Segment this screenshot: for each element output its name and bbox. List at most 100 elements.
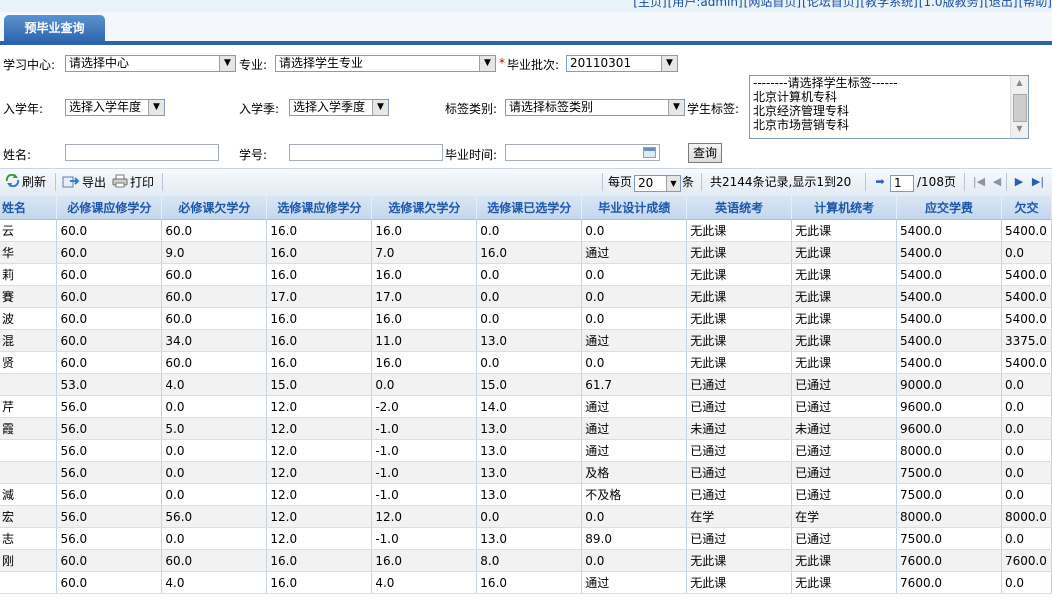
listbox-scrollbar[interactable]: ▲ ▼ [1010, 76, 1028, 138]
tab-pregraduation-query[interactable]: 预毕业查询 [4, 15, 105, 41]
scroll-down-icon[interactable]: ▼ [1011, 124, 1028, 136]
top-link[interactable]: [网站首页] [744, 0, 801, 9]
last-page-icon[interactable]: ▶| [1031, 174, 1045, 190]
tag-option[interactable]: 北京市场营销专科 [750, 118, 1028, 132]
top-link[interactable]: [论坛首页] [802, 0, 859, 9]
table-row[interactable]: 混 60.0 34.0 16.0 11.0 13.0 通过 无此课 无此课 5400.0 3375.… [0, 329, 1052, 352]
table-cell: 7600.0 [896, 571, 1002, 594]
season-select[interactable]: 选择入学季度 ▼ [289, 99, 389, 116]
table-row[interactable]: 贤 60.0 60.0 16.0 16.0 0.0 0.0 无此课 无此课 5400.0 5400.… [0, 351, 1052, 374]
table-row[interactable]: 莉 60.0 60.0 16.0 16.0 0.0 0.0 无此课 无此课 5400.0 5400.… [0, 263, 1052, 286]
tagtype-select[interactable]: 请选择标签类别 ▼ [505, 99, 685, 116]
top-link[interactable]: [帮助] [1019, 0, 1052, 9]
table-cell: 通过 [581, 571, 688, 594]
table-cell: 通过 [581, 395, 688, 418]
refresh-button[interactable]: 刷新 [5, 173, 46, 191]
table-cell: -2.0 [371, 395, 478, 418]
column-header[interactable]: 英语统考 [686, 196, 793, 220]
table-cell: 无此课 [791, 329, 898, 352]
table-row[interactable]: 53.0 4.0 15.0 0.0 15.0 61.7 已通过 已通过 9000.0 0.0 [0, 373, 1052, 396]
batch-select[interactable]: 20110301 ▼ [566, 55, 678, 72]
table-cell: 60.0 [56, 351, 163, 374]
table-cell: 7.0 [371, 241, 478, 264]
table-row[interactable]: 波 60.0 60.0 16.0 16.0 0.0 0.0 无此课 无此课 5400.0 5400.… [0, 307, 1052, 330]
table-cell: 5400.0 [896, 263, 1002, 286]
per-page-select[interactable]: 20 ▼ [634, 175, 681, 192]
table-cell: 12.0 [266, 439, 373, 462]
go-arrow-icon[interactable]: ➡ [873, 174, 887, 190]
table-row[interactable]: 減 56.0 0.0 12.0 -1.0 13.0 不及格 已通过 已通过 7500.0 0.0 [0, 483, 1052, 506]
table-cell: 无此课 [686, 285, 793, 308]
table-cell: 13.0 [476, 461, 583, 484]
batch-select-value: 20110301 [570, 56, 632, 70]
table-row[interactable]: 56.0 0.0 12.0 -1.0 13.0 通过 已通过 已通过 8000.0 0.0 [0, 439, 1052, 462]
table-row[interactable]: 60.0 4.0 16.0 4.0 16.0 通过 无此课 无此课 7600.0 0.0 [0, 571, 1052, 594]
refresh-icon [5, 173, 20, 191]
table-row[interactable]: 宏 56.0 56.0 12.0 12.0 0.0 0.0 在学 在学 8000.0 8000.0 [0, 505, 1052, 528]
table-cell: 通过 [581, 439, 688, 462]
year-select[interactable]: 选择入学年度 ▼ [65, 99, 165, 116]
top-link[interactable]: [教学系统] [860, 0, 917, 9]
table-row[interactable]: 刚 60.0 60.0 16.0 16.0 8.0 0.0 无此课 无此课 7600.0 7600.… [0, 549, 1052, 572]
table-row[interactable]: 霞 56.0 5.0 12.0 -1.0 13.0 通过 未通过 未通过 9600.0 0.0 [0, 417, 1052, 440]
tag-option[interactable]: 北京经济管理专科 [750, 104, 1028, 118]
top-link[interactable]: [1.0版教务] [919, 0, 983, 9]
top-link[interactable]: [用户:admin] [668, 0, 743, 9]
page-input[interactable]: 1 [890, 175, 914, 192]
season-select-value: 选择入学季度 [293, 100, 366, 114]
top-link[interactable]: [退出] [984, 0, 1017, 9]
table-cell: 5400.0 [896, 219, 1002, 242]
table-cell: 56.0 [56, 527, 163, 550]
table-cell: 5.0 [161, 417, 268, 440]
calendar-icon[interactable] [643, 147, 656, 158]
table-row[interactable]: 华 60.0 9.0 16.0 7.0 16.0 通过 无此课 无此课 5400.0 0.0 [0, 241, 1052, 264]
center-label: 学习中心: [3, 58, 56, 72]
table-cell: 60.0 [56, 241, 163, 264]
column-header[interactable]: 欠交 [1001, 196, 1052, 220]
table-cell: 16.0 [371, 307, 478, 330]
table-cell: 不及格 [581, 483, 688, 506]
column-header[interactable]: 应交学费 [896, 196, 1002, 220]
column-header[interactable]: 姓名 [0, 196, 58, 220]
tag-listbox[interactable]: --------请选择学生标签------ 北京计算机专科 北京经济管理专科 北… [749, 75, 1029, 139]
prev-page-icon[interactable]: ◀ [990, 174, 1004, 190]
table-cell: 16.0 [266, 219, 373, 242]
table-row[interactable]: 志 56.0 0.0 12.0 -1.0 13.0 89.0 已通过 已通过 7500.0 0.0 [0, 527, 1052, 550]
column-header[interactable]: 必修课欠学分 [161, 196, 268, 220]
tag-option[interactable]: 北京计算机专科 [750, 90, 1028, 104]
table-cell: 无此课 [791, 219, 898, 242]
column-header[interactable]: 选修课已选学分 [476, 196, 583, 220]
scroll-thumb[interactable] [1013, 94, 1027, 122]
print-button[interactable]: 打印 [112, 174, 154, 190]
column-header[interactable]: 选修课应修学分 [266, 196, 373, 220]
column-header[interactable]: 毕业设计成绩 [581, 196, 688, 220]
table-cell: 5400.0 [896, 351, 1002, 374]
table-row[interactable]: 56.0 0.0 12.0 -1.0 13.0 及格 已通过 已通过 7500.0 0.0 [0, 461, 1052, 484]
table-cell: 34.0 [161, 329, 268, 352]
table-row[interactable]: 芹 56.0 0.0 12.0 -2.0 14.0 通过 已通过 已通过 9600.0 0.0 [0, 395, 1052, 418]
table-cell: 0.0 [476, 285, 583, 308]
gradtime-input[interactable] [505, 144, 660, 161]
table-cell: 減 [0, 483, 58, 506]
studentno-input[interactable] [289, 144, 443, 161]
column-header[interactable]: 计算机统考 [791, 196, 898, 220]
table-row[interactable]: 賽 60.0 60.0 17.0 17.0 0.0 0.0 无此课 无此课 5400.0 5400.… [0, 285, 1052, 308]
column-header[interactable]: 选修课欠学分 [371, 196, 478, 220]
first-page-icon[interactable]: |◀ [972, 174, 986, 190]
scroll-up-icon[interactable]: ▲ [1011, 78, 1028, 90]
column-header[interactable]: 必修课应修学分 [56, 196, 163, 220]
table-cell: 无此课 [686, 351, 793, 374]
name-label: 姓名: [3, 148, 32, 162]
table-cell: 已通过 [791, 527, 898, 550]
tag-option[interactable]: --------请选择学生标签------ [750, 76, 1028, 90]
major-select[interactable]: 请选择学生专业 ▼ [275, 55, 496, 72]
tab-row: 预毕业查询 [0, 12, 1052, 41]
table-row[interactable]: 云 60.0 60.0 16.0 16.0 0.0 0.0 无此课 无此课 5400.0 5400.… [0, 219, 1052, 242]
next-page-icon[interactable]: ▶ [1012, 174, 1026, 190]
top-link[interactable]: [主页] [633, 0, 666, 9]
center-select[interactable]: 请选择中心 ▼ [65, 55, 236, 72]
query-button[interactable]: 查询 [688, 143, 722, 163]
name-input[interactable] [65, 144, 219, 161]
toolbar-divider [964, 173, 965, 191]
export-button[interactable]: 导出 [62, 174, 106, 190]
